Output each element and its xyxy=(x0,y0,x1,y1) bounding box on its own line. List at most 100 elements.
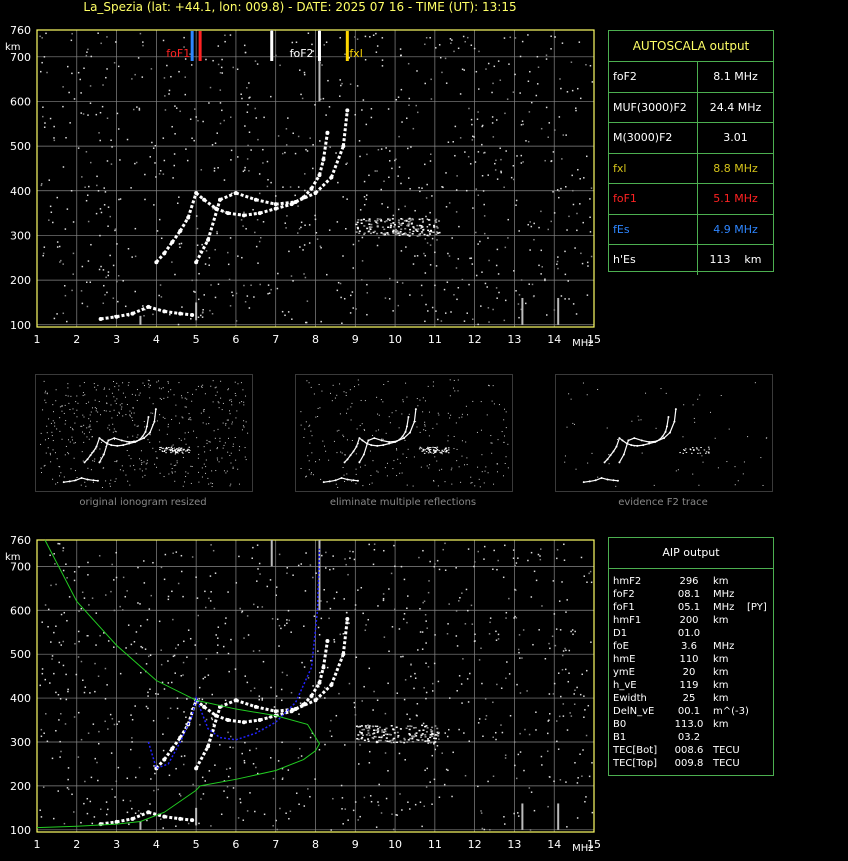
noise-dot xyxy=(465,189,468,192)
noise-dot xyxy=(157,693,159,695)
noise-dot xyxy=(196,244,199,246)
thumb-noise xyxy=(641,452,643,454)
thumb-noise xyxy=(69,441,71,443)
thumb-trace-segment xyxy=(142,431,146,437)
echo-dot xyxy=(365,734,368,736)
thumb-noise xyxy=(158,380,160,382)
noise-dot xyxy=(401,121,403,123)
noise-dot xyxy=(86,812,89,815)
thumb-noise xyxy=(61,406,63,408)
noise-dot xyxy=(67,788,70,791)
thumb-noise xyxy=(74,442,76,444)
noise-dot xyxy=(100,211,103,214)
thumb-noise xyxy=(174,480,176,482)
autoscala-row: MUF(3000)F2 24.4 MHz xyxy=(609,92,773,123)
thumb-noise xyxy=(109,410,111,412)
noise-dot xyxy=(257,606,259,608)
thumb-noise xyxy=(83,441,85,443)
frequency-marker xyxy=(270,31,274,61)
thumb-noise xyxy=(343,474,345,476)
echo-dot xyxy=(379,739,382,742)
echo-dot xyxy=(424,734,427,736)
noise-dot xyxy=(577,777,579,779)
thumb-noise xyxy=(228,388,230,390)
noise-dot xyxy=(49,205,52,208)
noise-dot xyxy=(440,320,443,322)
thumb-trace-segment xyxy=(583,480,590,483)
noise-dot xyxy=(173,164,176,167)
noise-dot xyxy=(89,102,92,104)
noise-dot xyxy=(62,549,64,552)
noise-dot xyxy=(481,827,484,830)
noise-dot xyxy=(589,198,591,200)
thumb-noise xyxy=(40,467,42,469)
echo-dot xyxy=(409,228,412,231)
thumb-noise xyxy=(135,394,137,396)
noise-dot xyxy=(241,256,243,259)
thumb-noise xyxy=(229,410,231,412)
y-tick-label: 300 xyxy=(10,736,31,749)
noise-dot xyxy=(244,741,246,744)
aip-extra xyxy=(747,614,773,627)
noise-dot xyxy=(347,819,349,821)
noise-dot xyxy=(246,681,249,684)
thumb-echo xyxy=(160,446,162,448)
noise-dot xyxy=(478,88,480,90)
thumb-noise xyxy=(138,394,140,396)
thumb-noise xyxy=(453,435,455,437)
noise-dot xyxy=(117,275,120,277)
noise-dot xyxy=(111,146,113,148)
thumb-noise xyxy=(52,411,54,413)
noise-dot xyxy=(508,597,510,600)
noise-dot xyxy=(248,307,251,309)
noise-dot xyxy=(254,231,256,234)
noise-dot xyxy=(290,691,293,694)
noise-dot xyxy=(400,54,402,57)
noise-dot xyxy=(109,254,111,257)
trace-segment xyxy=(180,312,193,317)
thumb-noise xyxy=(93,460,95,462)
thumb-noise xyxy=(122,470,124,472)
noise-dot xyxy=(262,660,265,663)
echo-dot xyxy=(409,725,412,727)
thumb-noise xyxy=(167,423,169,425)
noise-dot xyxy=(68,91,70,94)
noise-dot xyxy=(453,294,455,296)
noise-dot xyxy=(162,733,164,735)
thumb-noise xyxy=(240,382,242,384)
noise-dot xyxy=(354,801,357,803)
noise-dot xyxy=(496,683,498,686)
noise-dot xyxy=(99,208,102,210)
thumb-noise xyxy=(44,399,46,401)
noise-dot xyxy=(221,58,223,61)
noise-dot xyxy=(517,812,519,814)
thumb-noise xyxy=(477,466,479,468)
noise-dot xyxy=(576,686,578,689)
echo-dot xyxy=(428,223,431,226)
thumb-noise xyxy=(65,394,67,396)
noise-dot xyxy=(548,122,551,124)
thumb-echo xyxy=(177,450,179,452)
aip-row: D1 01.0 xyxy=(613,627,773,640)
noise-dot xyxy=(580,252,582,255)
thumb-noise xyxy=(349,389,351,391)
thumb-noise xyxy=(465,441,467,443)
noise-dot xyxy=(390,572,393,575)
thumb-trace-segment xyxy=(117,444,124,447)
noise-dot xyxy=(535,711,537,713)
noise-dot xyxy=(354,36,356,38)
noise-dot xyxy=(288,619,291,622)
noise-dot xyxy=(455,610,458,612)
thumb-noise xyxy=(466,464,468,466)
noise-dot xyxy=(562,134,565,136)
noise-dot xyxy=(149,654,152,657)
thumb-noise xyxy=(143,420,145,422)
autoscala-value: 113 km xyxy=(709,253,762,266)
noise-dot xyxy=(99,234,101,237)
thumb-noise xyxy=(361,423,363,425)
noise-dot xyxy=(340,84,342,87)
thumb-noise xyxy=(87,467,89,469)
thumb-noise xyxy=(355,483,357,485)
thumb-noise xyxy=(241,401,243,403)
noise-dot xyxy=(416,255,419,257)
